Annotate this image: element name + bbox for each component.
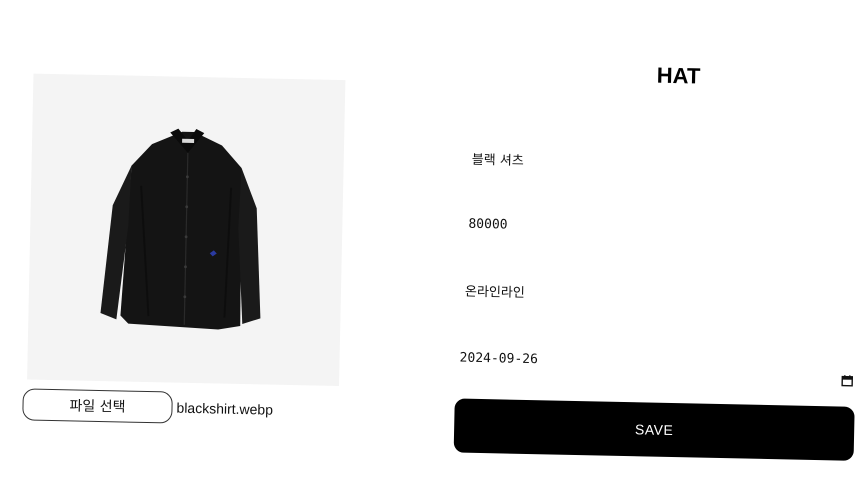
- product-image: [27, 74, 345, 386]
- product-name-input[interactable]: 블랙 셔츠: [471, 143, 860, 181]
- calendar-icon[interactable]: [841, 375, 853, 387]
- price-input[interactable]: 80000: [468, 209, 857, 247]
- product-edit-page: 파일 선택 blackshirt.webp HAT 블랙 셔츠 80000 온라…: [0, 0, 868, 497]
- selected-file-name: blackshirt.webp: [176, 400, 273, 418]
- save-button[interactable]: SAVE: [454, 398, 855, 460]
- file-upload: 파일 선택 blackshirt.webp: [22, 387, 273, 426]
- file-select-button[interactable]: 파일 선택: [22, 388, 173, 423]
- date-input[interactable]: 2024-09-26: [459, 343, 848, 381]
- page-title: HAT: [603, 62, 754, 91]
- sales-channel-input[interactable]: 온라인라인: [465, 275, 854, 313]
- shirt-illustration: [27, 74, 345, 386]
